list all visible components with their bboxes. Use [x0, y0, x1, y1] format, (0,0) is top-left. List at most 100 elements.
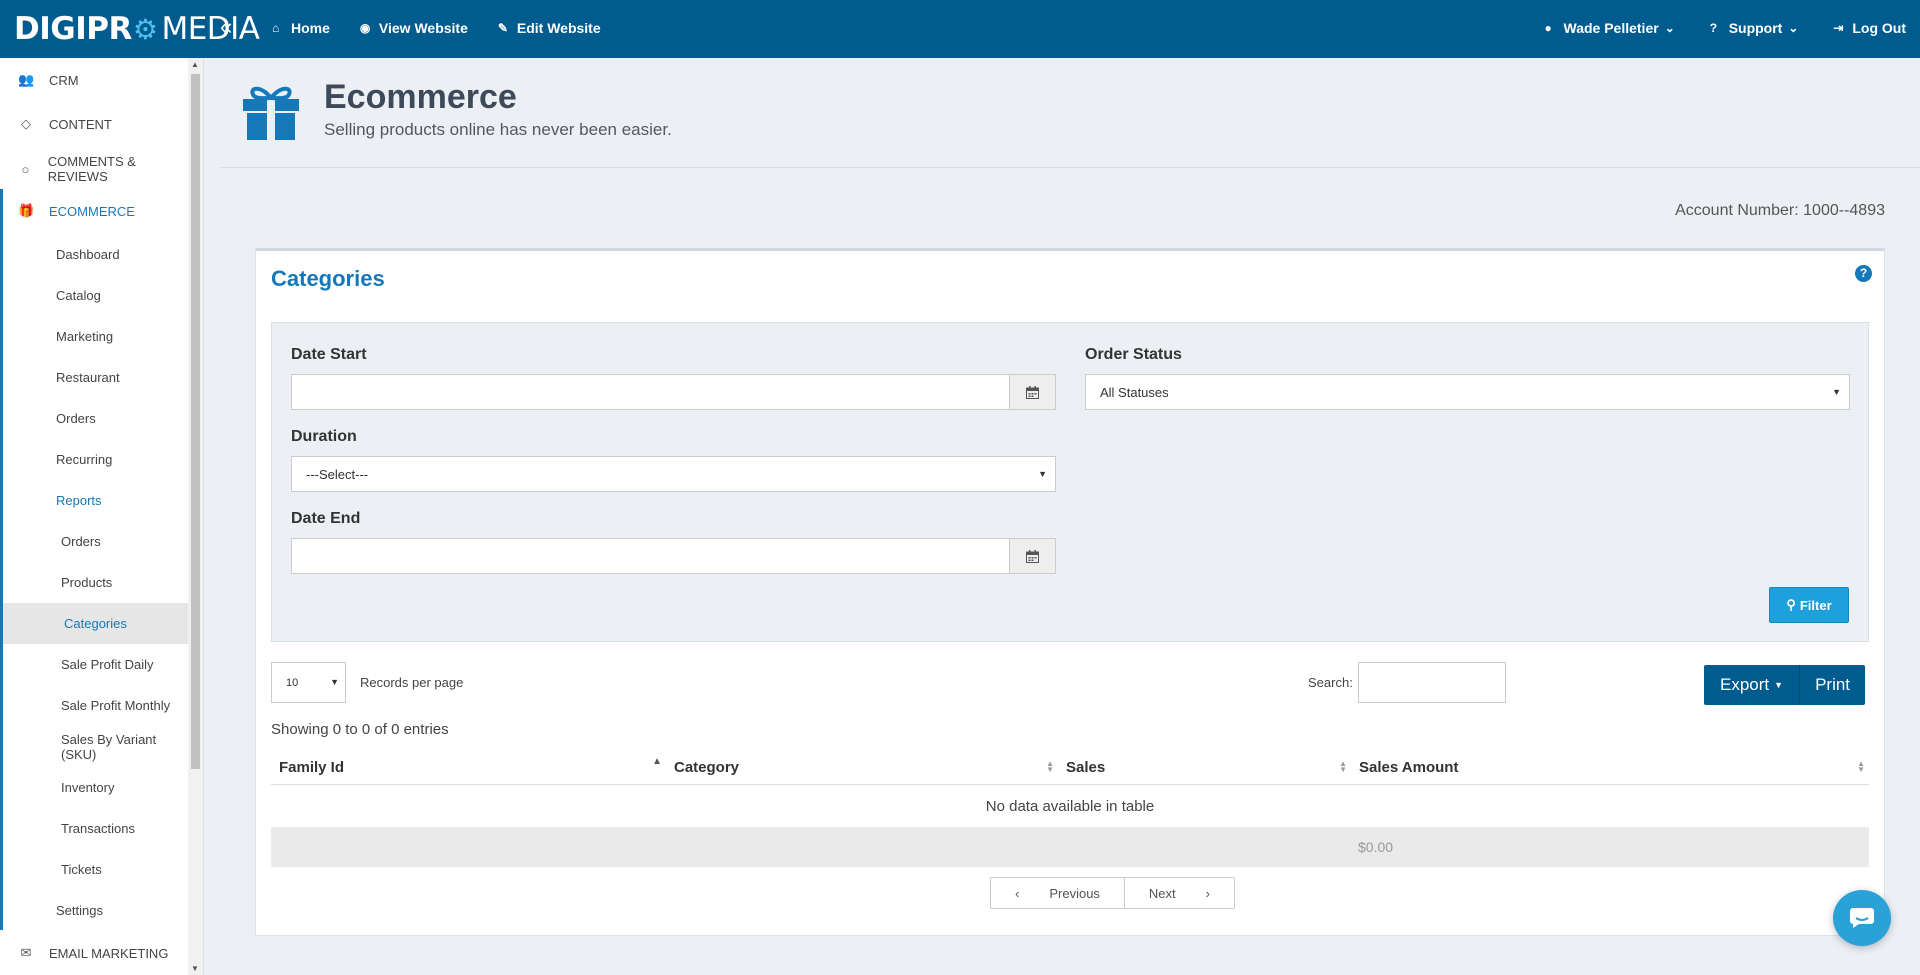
sidebar-subitem-orders[interactable]: Orders	[3, 521, 188, 562]
search-label: Search:	[1308, 675, 1353, 690]
sidebar-section-ecommerce[interactable]: 🎁 ECOMMERCE	[0, 189, 188, 233]
eye-icon: ◉	[359, 21, 371, 35]
support-label: Support	[1728, 20, 1783, 36]
sidebar-item-restaurant[interactable]: Restaurant	[3, 357, 188, 398]
nav-edit-website-label: Edit Website	[516, 20, 601, 36]
nav-view-website-link[interactable]: ◉ View Website	[360, 20, 468, 36]
pagination: ‹ Previous Next ›	[990, 877, 1235, 909]
page-header: Ecommerce Selling products online has ne…	[220, 58, 1920, 168]
logo-text-secondary: MEDIA	[161, 11, 260, 47]
sidebar-item-dashboard[interactable]: Dashboard	[3, 234, 188, 275]
caret-down-icon: ▼	[1832, 387, 1841, 397]
sidebar-scrollbar[interactable]: ▲ ▼	[188, 58, 203, 975]
table-footer-row: $0.00	[271, 827, 1869, 867]
sidebar-section-label: CONTENT	[49, 116, 112, 132]
next-label: Next	[1148, 885, 1176, 901]
print-button[interactable]: Print	[1800, 665, 1865, 705]
chat-widget-button[interactable]	[1833, 890, 1891, 946]
nav-home-label: Home	[291, 20, 330, 36]
sidebar-section-label: ECOMMERCE	[49, 203, 135, 219]
filter-button[interactable]: ⚲ Filter	[1769, 587, 1849, 623]
order-status-select-value: All Statuses	[1100, 384, 1169, 400]
scroll-up-icon[interactable]: ▲	[191, 60, 199, 69]
records-per-page-value: 10	[286, 676, 299, 689]
page-subtitle: Selling products online has never been e…	[324, 120, 672, 139]
logout-label: Log Out	[1852, 20, 1906, 36]
chevron-left-icon: ‹	[1015, 885, 1020, 901]
sidebar-subitem-sale-profit-monthly[interactable]: Sale Profit Monthly	[3, 685, 188, 726]
user-circle-icon: ●	[1544, 21, 1552, 35]
help-icon[interactable]: ?	[1855, 265, 1872, 282]
date-start-input[interactable]	[291, 374, 1056, 410]
logo-text-primary: DIGIPR	[14, 11, 132, 47]
column-header-label: Family Id	[279, 758, 345, 776]
export-print-group: Export ▼ Print	[1704, 665, 1866, 705]
date-start-label: Date Start	[291, 346, 367, 363]
column-header-label: Sales	[1066, 758, 1106, 776]
records-per-page-select[interactable]: 10 ▼	[271, 662, 346, 703]
nav-edit-website-link[interactable]: ✎ Edit Website	[498, 20, 601, 36]
panel-title: Categories	[271, 266, 385, 291]
duration-select-value: ---Select---	[306, 466, 369, 482]
sidebar-item-catalog[interactable]: Catalog	[3, 275, 188, 316]
sidebar-section-email-marketing[interactable]: ✉ EMAIL MARKETING	[0, 931, 188, 975]
date-end-input[interactable]	[291, 538, 1056, 574]
calendar-icon[interactable]	[1009, 539, 1055, 573]
sidebar-section-crm[interactable]: 👥 CRM	[0, 58, 188, 102]
column-header-sales[interactable]: Sales ▲ ▼	[1058, 749, 1351, 785]
sidebar-item-settings[interactable]: Settings	[3, 890, 188, 931]
gift-icon	[243, 86, 299, 140]
account-number: Account Number: 1000--4893	[1675, 202, 1885, 219]
chevron-down-icon: ⌄	[1664, 21, 1675, 35]
sidebar-collapse-icon[interactable]: «	[220, 16, 232, 38]
sort-icon: ▲ ▼	[1046, 759, 1054, 774]
order-status-select[interactable]: All Statuses ▼	[1085, 374, 1850, 410]
empty-table-message: No data available in table	[985, 797, 1155, 815]
top-navbar: DIGIPR ⚙ MEDIA « ⌂ Home ◉ View Website ✎ Edit…	[0, 0, 1920, 58]
sidebar-subitem-sales-by-variant[interactable]: Sales By Variant (SKU)	[3, 726, 188, 767]
sidebar-subitem-inventory[interactable]: Inventory	[3, 767, 188, 808]
sidebar-subitem-products[interactable]: Products	[3, 562, 188, 603]
next-page-button[interactable]: Next ›	[1125, 878, 1234, 908]
nav-home-link[interactable]: ⌂ Home	[272, 20, 330, 36]
records-per-page-label: Records per page	[360, 675, 464, 690]
filter-button-label: Filter	[1799, 597, 1832, 613]
caret-down-icon: ▼	[1774, 680, 1784, 690]
duration-select[interactable]: ---Select--- ▼	[291, 456, 1056, 492]
users-icon: 👥	[18, 72, 35, 87]
sidebar-subitem-sale-profit-daily[interactable]: Sale Profit Daily	[3, 644, 188, 685]
column-header-label: Category	[674, 758, 740, 776]
home-icon: ⌂	[272, 21, 280, 35]
logout-link[interactable]: ⇥ Log Out	[1833, 20, 1906, 36]
column-header-sales-amount[interactable]: Sales Amount ▲ ▼	[1351, 749, 1869, 785]
export-button[interactable]: Export ▼	[1704, 665, 1801, 705]
caret-down-icon: ▼	[1038, 469, 1047, 479]
categories-panel: Categories ? Date Start Duration ---Sele…	[255, 248, 1885, 936]
sidebar-item-recurring[interactable]: Recurring	[3, 439, 188, 480]
sidebar-item-reports[interactable]: Reports	[3, 480, 188, 521]
sidebar-item-marketing[interactable]: Marketing	[3, 316, 188, 357]
entries-info: Showing 0 to 0 of 0 entries	[271, 721, 449, 738]
sidebar-subitem-categories[interactable]: Categories	[3, 603, 188, 644]
scroll-down-icon[interactable]: ▼	[191, 964, 199, 973]
search-input[interactable]	[1358, 662, 1506, 703]
sidebar-section-content[interactable]: ◇ CONTENT	[0, 102, 188, 146]
categories-table: Family Id ▲ Category ▲ ▼ Sales ▲ ▼ Sales Amou…	[271, 749, 1869, 867]
sidebar-item-orders[interactable]: Orders	[3, 398, 188, 439]
sidebar-section-comments[interactable]: ○ COMMENTS & REVIEWS	[0, 147, 188, 191]
envelope-icon: ✉	[20, 945, 32, 960]
question-circle-icon: ?	[1709, 21, 1718, 35]
support-menu[interactable]: ? Support ⌄	[1710, 20, 1802, 36]
user-menu[interactable]: ● Wade Pelletier ⌄	[1545, 20, 1678, 36]
column-header-family-id[interactable]: Family Id ▲	[271, 749, 666, 785]
chat-bubble-icon	[1850, 908, 1874, 928]
scrollbar-thumb[interactable]	[191, 74, 200, 769]
sidebar-subitem-transactions[interactable]: Transactions	[3, 808, 188, 849]
user-name: Wade Pelletier	[1563, 20, 1659, 36]
column-header-category[interactable]: Category ▲ ▼	[666, 749, 1058, 785]
sidebar-subitem-tickets[interactable]: Tickets	[3, 849, 188, 890]
diamond-icon: ◇	[21, 116, 31, 131]
sidebar: 👥 CRM ◇ CONTENT ○ COMMENTS & REVIEWS 🎁 ECOMM…	[0, 58, 204, 975]
calendar-icon[interactable]	[1009, 375, 1055, 409]
previous-page-button[interactable]: ‹ Previous	[991, 878, 1125, 908]
